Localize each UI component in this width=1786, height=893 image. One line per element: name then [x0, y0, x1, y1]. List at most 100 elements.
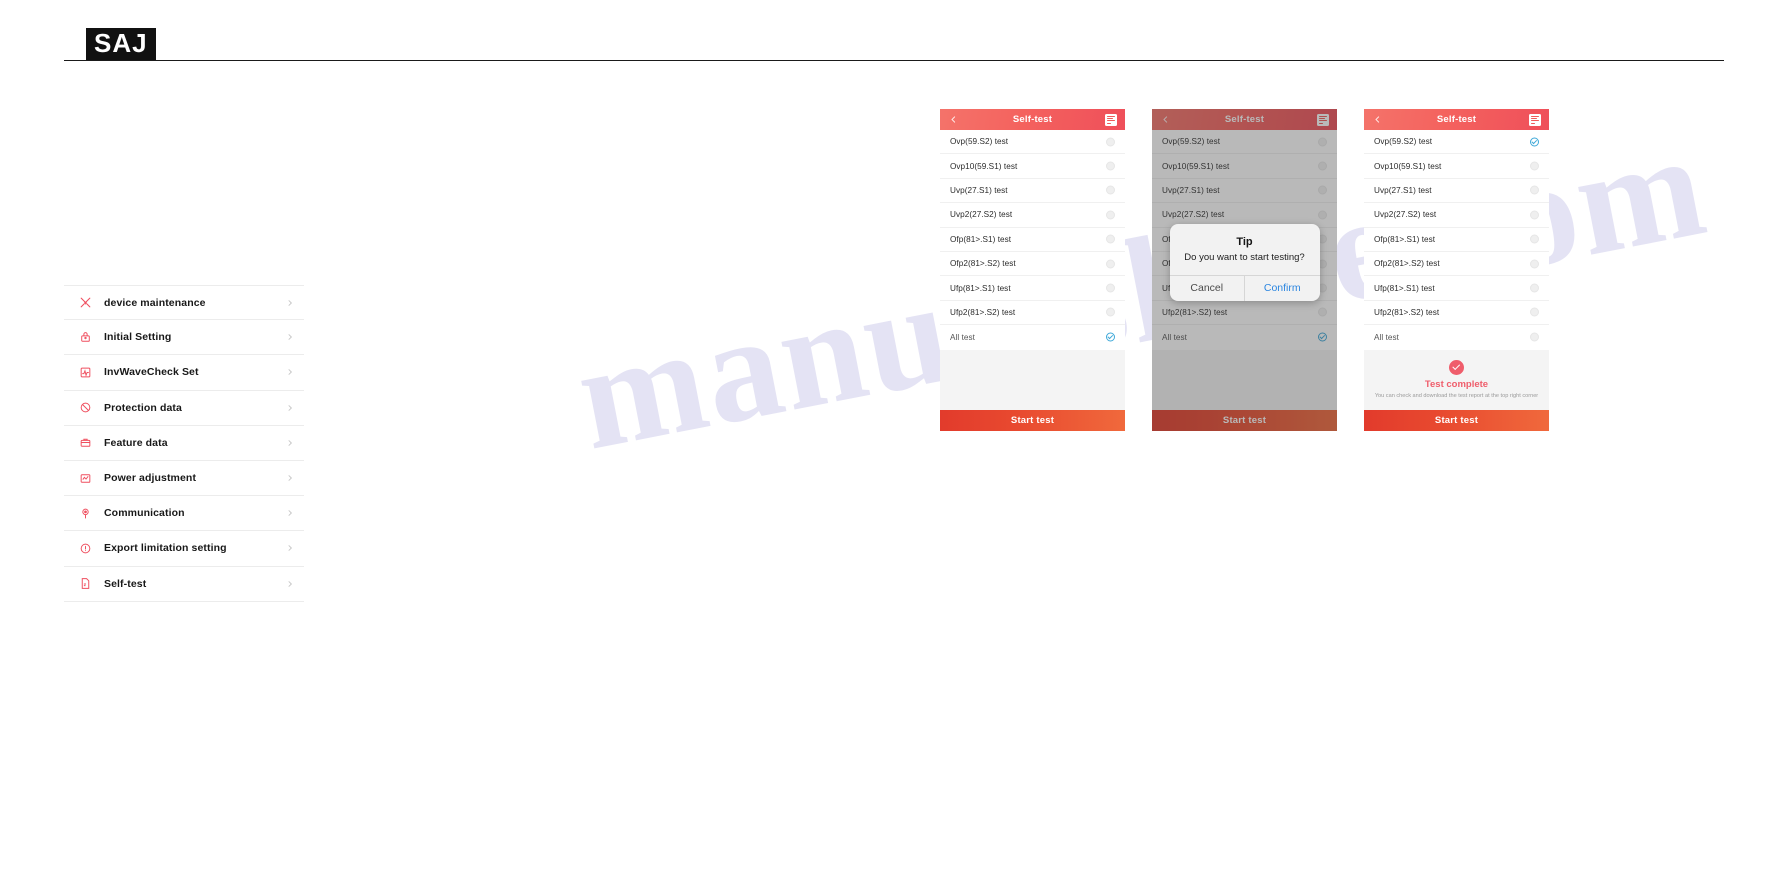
- test-status-radio[interactable]: [1318, 210, 1327, 220]
- report-document-icon[interactable]: [1529, 113, 1541, 126]
- dialog-actions: Cancel Confirm: [1169, 275, 1320, 301]
- chevron-left-icon[interactable]: [1373, 111, 1382, 129]
- test-status-radio[interactable]: [1530, 137, 1539, 147]
- menu-item-export-limitation-setting[interactable]: Export limitation setting: [64, 531, 304, 567]
- test-status-radio[interactable]: [1530, 307, 1539, 317]
- menu-item-invwavecheck-set[interactable]: InvWaveCheck Set: [64, 355, 304, 391]
- cancel-button[interactable]: Cancel: [1170, 276, 1245, 301]
- chevron-right-icon: [286, 294, 294, 312]
- confirm-dialog: Tip Do you want to start testing? Cancel…: [1169, 224, 1320, 301]
- test-status-radio[interactable]: [1106, 234, 1115, 244]
- test-row[interactable]: Uvp2(27.S2) test: [940, 203, 1125, 228]
- test-row[interactable]: Ovp(59.S2) test: [1152, 130, 1337, 155]
- menu-item-device-maintenance[interactable]: device maintenance: [64, 285, 304, 321]
- test-name: Uvp(27.S1) test: [1162, 185, 1220, 195]
- menu-item-feature-data[interactable]: Feature data: [64, 426, 304, 461]
- confirm-button[interactable]: Confirm: [1245, 276, 1320, 301]
- brand-logo: SAJ: [86, 28, 156, 61]
- menu-item-label: Protection data: [104, 401, 182, 414]
- test-row[interactable]: Ofp2(81>.S2) test: [940, 252, 1125, 277]
- chevron-right-icon: [286, 539, 294, 557]
- test-name: Ufp(81>.S1) test: [1374, 283, 1435, 293]
- test-status-radio[interactable]: [1530, 234, 1539, 244]
- self-test-screen-confirm-dialog: Self-test Ovp(59.S2) test Ovp10(59.S1) t…: [1152, 109, 1337, 431]
- menu-item-label: Initial Setting: [104, 331, 172, 344]
- report-document-icon[interactable]: [1317, 113, 1329, 126]
- menu-item-label: Power adjustment: [104, 472, 197, 485]
- test-row[interactable]: Ovp(59.S2) test: [940, 130, 1125, 155]
- report-document-icon[interactable]: [1105, 113, 1117, 126]
- menu-item-label: device maintenance: [104, 296, 206, 309]
- menu-item-protection-data[interactable]: Protection data: [64, 391, 304, 426]
- test-row[interactable]: Ufp2(81>.S2) test: [1152, 301, 1337, 326]
- test-row[interactable]: Ofp2(81>.S2) test: [1364, 252, 1549, 277]
- document-test-icon: [72, 577, 98, 590]
- test-status-radio[interactable]: [1530, 210, 1539, 220]
- start-test-button[interactable]: Start test: [1364, 410, 1549, 431]
- test-status-radio[interactable]: [1530, 161, 1539, 171]
- test-status-radio[interactable]: [1530, 185, 1539, 195]
- menu-item-self-test[interactable]: Self-test: [64, 567, 304, 602]
- all-test-row[interactable]: All test: [1152, 325, 1337, 349]
- tools-icon: [72, 296, 98, 309]
- test-status-radio[interactable]: [1106, 307, 1115, 317]
- start-test-button[interactable]: Start test: [1152, 410, 1337, 431]
- test-row[interactable]: Ofp(81>.S1) test: [1364, 228, 1549, 252]
- test-row[interactable]: Uvp(27.S1) test: [1152, 179, 1337, 204]
- screen-header: Self-test: [1152, 109, 1337, 130]
- all-test-row[interactable]: All test: [1364, 325, 1549, 349]
- test-row[interactable]: Ovp10(59.S1) test: [940, 154, 1125, 179]
- info-circle-icon: [72, 542, 98, 555]
- test-row[interactable]: Ufp2(81>.S2) test: [1364, 301, 1549, 326]
- all-test-row[interactable]: All test: [940, 325, 1125, 349]
- test-status-radio[interactable]: [1318, 185, 1327, 195]
- test-row[interactable]: Ofp(81>.S1) test: [940, 228, 1125, 252]
- test-row[interactable]: Ufp2(81>.S2) test: [940, 301, 1125, 326]
- screen-body: Ovp(59.S2) test Ovp10(59.S1) test Uvp(27…: [940, 130, 1125, 431]
- test-row[interactable]: Ovp10(59.S1) test: [1364, 154, 1549, 179]
- test-name: Ofp2(81>.S2) test: [1374, 259, 1440, 269]
- test-name: Ovp10(59.S1) test: [1374, 161, 1442, 171]
- dialog-body: Tip Do you want to start testing?: [1170, 224, 1320, 275]
- test-row[interactable]: Uvp(27.S1) test: [1364, 179, 1549, 204]
- test-row[interactable]: Uvp(27.S1) test: [940, 179, 1125, 204]
- menu-item-power-adjustment[interactable]: Power adjustment: [64, 461, 304, 497]
- briefcase-icon: [72, 436, 98, 449]
- menu-item-label: Feature data: [104, 436, 168, 449]
- test-status-radio[interactable]: [1106, 259, 1115, 269]
- test-row[interactable]: Ufp(81>.S1) test: [1364, 276, 1549, 301]
- test-name: Uvp2(27.S2) test: [950, 210, 1013, 220]
- chevron-left-icon[interactable]: [1161, 111, 1170, 129]
- test-status-radio[interactable]: [1106, 283, 1115, 293]
- menu-item-label: Communication: [104, 507, 185, 520]
- start-test-button[interactable]: Start test: [940, 410, 1125, 431]
- test-row[interactable]: Uvp2(27.S2) test: [1364, 203, 1549, 228]
- test-status-radio[interactable]: [1106, 210, 1115, 220]
- list-filler: [1152, 349, 1337, 410]
- settings-menu-list: device maintenance Initial Setting InvWa…: [64, 285, 304, 602]
- test-status-radio[interactable]: [1106, 185, 1115, 195]
- test-status-radio[interactable]: [1106, 137, 1115, 147]
- chevron-left-icon[interactable]: [949, 111, 958, 129]
- page-title: Self-test: [1012, 114, 1053, 125]
- all-test-status-radio[interactable]: [1106, 332, 1115, 342]
- test-name: Ufp2(81>.S2) test: [1374, 307, 1440, 317]
- test-status-radio[interactable]: [1318, 137, 1327, 147]
- test-status-radio[interactable]: [1318, 307, 1327, 317]
- test-status-radio[interactable]: [1530, 283, 1539, 293]
- menu-item-initial-setting[interactable]: Initial Setting: [64, 320, 304, 356]
- test-complete-title: Test complete: [1424, 378, 1489, 390]
- all-test-label: All test: [1374, 332, 1399, 342]
- test-list: Ovp(59.S2) test Ovp10(59.S1) test Uvp(27…: [1364, 130, 1549, 350]
- test-complete-panel: Test complete You can check and download…: [1364, 349, 1549, 410]
- test-row[interactable]: Ovp(59.S2) test: [1364, 130, 1549, 155]
- menu-item-communication[interactable]: Communication: [64, 496, 304, 532]
- test-status-radio[interactable]: [1530, 259, 1539, 269]
- test-row[interactable]: Ovp10(59.S1) test: [1152, 154, 1337, 179]
- test-row[interactable]: Ufp(81>.S1) test: [940, 276, 1125, 301]
- test-status-radio[interactable]: [1106, 161, 1115, 171]
- all-test-label: All test: [1162, 332, 1187, 342]
- all-test-status-radio[interactable]: [1318, 332, 1327, 342]
- all-test-status-radio[interactable]: [1530, 332, 1539, 342]
- test-status-radio[interactable]: [1318, 161, 1327, 171]
